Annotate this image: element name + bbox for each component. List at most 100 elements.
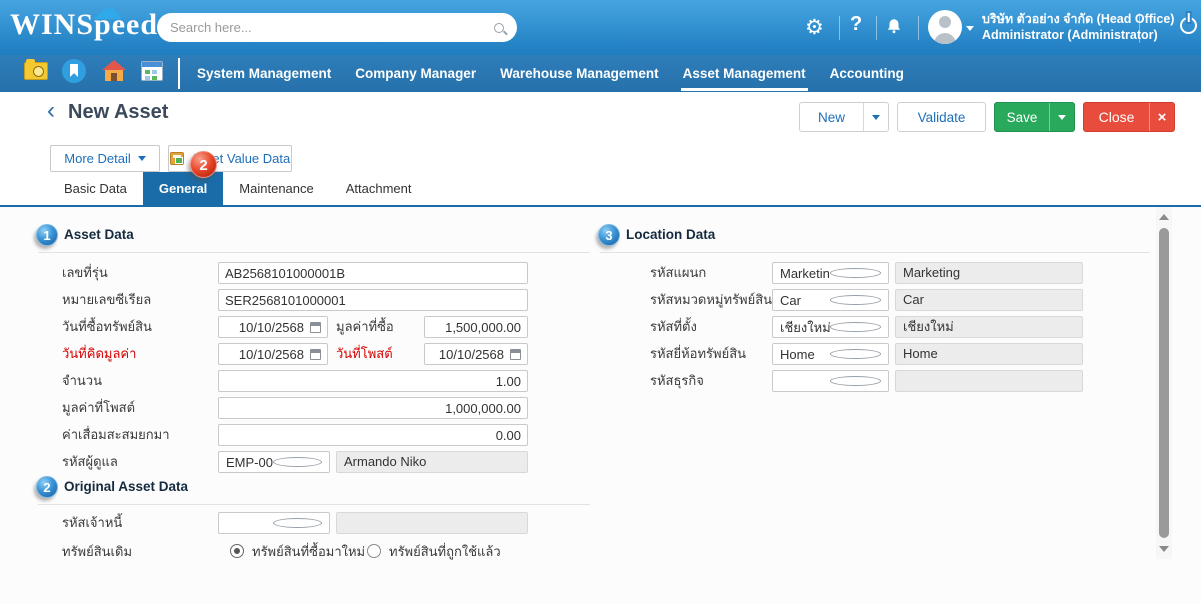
section-badge-2: 2 <box>36 476 58 498</box>
save-button[interactable]: Save <box>994 102 1075 132</box>
label-original-asset: ทรัพย์สินเดิม <box>62 541 132 563</box>
asset-category-code-input[interactable]: Car <box>772 289 889 311</box>
asset-brand-code-input[interactable]: Home <box>772 343 889 365</box>
location-name-display: เชียงใหม่ <box>895 316 1083 338</box>
user-avatar[interactable] <box>928 10 962 44</box>
menu-item-company-manager[interactable]: Company Manager <box>353 55 478 92</box>
label-location-code: รหัสที่ตั้ง <box>650 316 697 338</box>
lot-no-input[interactable] <box>218 262 528 284</box>
asset-value-data-icon <box>170 152 184 165</box>
location-code-input[interactable]: เชียงใหม่ <box>772 316 889 338</box>
caret-down-icon <box>1058 115 1066 120</box>
chevron-down-icon[interactable] <box>966 26 974 31</box>
calendar-icon[interactable] <box>141 61 163 81</box>
tab-maintenance[interactable]: Maintenance <box>223 172 329 205</box>
divider <box>1139 13 1140 43</box>
new-button[interactable]: New <box>799 102 889 132</box>
caret-down-icon <box>138 156 146 161</box>
menu-item-system-management[interactable]: System Management <box>195 55 333 92</box>
scroll-up-icon[interactable] <box>1159 214 1169 220</box>
label-valuation-date: วันที่คิดมูลค่า <box>62 343 136 365</box>
label-posted-value: มูลค่าที่โพสต์ <box>62 397 135 419</box>
validate-button[interactable]: Validate <box>897 102 986 132</box>
tab-basic-data[interactable]: Basic Data <box>48 172 143 205</box>
close-x-button[interactable]: × <box>1149 103 1174 131</box>
tab-bar: Basic Data General Maintenance Attachmen… <box>0 172 1201 207</box>
bell-icon[interactable] <box>885 17 903 40</box>
radio-label-used-asset[interactable]: ทรัพย์สินที่ถูกใช้แล้ว <box>389 541 501 563</box>
power-icon[interactable] <box>1180 17 1197 34</box>
user-role: Administrator (Administrator) <box>982 27 1174 43</box>
date-picker-icon[interactable] <box>510 349 521 360</box>
bookmark-icon[interactable] <box>62 59 86 83</box>
close-button[interactable]: Close × <box>1083 102 1175 132</box>
section-asset-data: 1 Asset Data <box>38 226 590 253</box>
section-title: Location Data <box>626 227 715 242</box>
creditor-code-input[interactable] <box>218 512 330 534</box>
winspeed-app: WINSpeed ☁ ⚙ ? บริษัท ตัวอย่าง จำกัด (He… <box>0 0 1201 604</box>
scroll-down-icon[interactable] <box>1159 546 1169 552</box>
cloud-icon: ☁ <box>92 0 122 27</box>
menu-divider <box>178 58 180 89</box>
department-code-input[interactable]: Marketing <box>772 262 889 284</box>
label-post-date: วันที่โพสต์ <box>336 343 393 365</box>
step-marker-2: 2 <box>190 151 217 178</box>
menu-item-warehouse-management[interactable]: Warehouse Management <box>498 55 661 92</box>
lookup-icon[interactable] <box>273 518 322 528</box>
radio-new-asset[interactable] <box>230 544 244 558</box>
asset-value-data-button[interactable]: Asset Value Data <box>168 145 292 172</box>
lookup-icon[interactable] <box>830 268 882 278</box>
save-dropdown-button[interactable] <box>1049 103 1074 131</box>
lookup-icon[interactable] <box>830 349 882 359</box>
new-dropdown-button[interactable] <box>863 103 888 131</box>
business-code-input[interactable] <box>772 370 889 392</box>
tab-general[interactable]: General <box>143 172 223 205</box>
back-chevron-icon[interactable]: ‹ <box>47 99 55 123</box>
radio-label-new-asset[interactable]: ทรัพย์สินที่ซื้อมาใหม่ <box>252 541 365 563</box>
divider <box>839 16 840 40</box>
accumulated-depreciation-input[interactable] <box>218 424 528 446</box>
lookup-icon[interactable] <box>273 457 322 467</box>
winspeed-logo: WINSpeed <box>10 8 158 42</box>
radio-used-asset[interactable] <box>367 544 381 558</box>
user-info[interactable]: บริษัท ตัวอย่าง จำกัด (Head Office) Admi… <box>982 11 1174 43</box>
date-picker-icon[interactable] <box>310 349 321 360</box>
label-purchase-date: วันที่ซื้อทรัพย์สิน <box>62 316 152 338</box>
search-icon[interactable] <box>494 23 504 33</box>
posted-value-input[interactable] <box>218 397 528 419</box>
search-input[interactable] <box>170 20 494 35</box>
tab-attachment[interactable]: Attachment <box>330 172 428 205</box>
purchase-date-input[interactable]: 10/10/2568 <box>218 316 328 338</box>
gear-icon[interactable]: ⚙ <box>805 15 824 40</box>
valuation-date-input[interactable]: 10/10/2568 <box>218 343 328 365</box>
global-search[interactable] <box>157 13 517 42</box>
help-icon[interactable]: ? <box>850 13 862 36</box>
lookup-icon[interactable] <box>830 376 882 386</box>
asset-category-name-display: Car <box>895 289 1083 311</box>
lookup-icon[interactable] <box>830 322 882 332</box>
label-asset-category-code: รหัสหมวดหมู่ทรัพย์สิน <box>650 289 772 311</box>
quantity-input[interactable] <box>218 370 528 392</box>
caretaker-code-input[interactable]: EMP-001 <box>218 451 330 473</box>
recent-history-icon[interactable] <box>24 62 48 80</box>
section-badge-3: 3 <box>598 224 620 246</box>
company-name: บริษัท ตัวอย่าง จำกัด (Head Office) <box>982 11 1174 27</box>
date-picker-icon[interactable] <box>310 322 321 333</box>
creditor-name-display <box>336 512 528 534</box>
more-detail-button[interactable]: More Detail <box>50 145 160 172</box>
label-lot-no: เลขที่รุ่น <box>62 262 108 284</box>
vertical-scrollbar[interactable] <box>1156 207 1172 559</box>
menu-item-asset-management[interactable]: Asset Management <box>681 55 808 92</box>
lookup-icon[interactable] <box>830 295 882 305</box>
section-badge-1: 1 <box>36 224 58 246</box>
page-title: New Asset <box>68 101 168 124</box>
post-date-input[interactable]: 10/10/2568 <box>424 343 528 365</box>
section-location-data: 3 Location Data <box>600 226 1150 253</box>
purchase-value-input[interactable] <box>424 316 528 338</box>
menu-item-accounting[interactable]: Accounting <box>828 55 906 92</box>
label-creditor-code: รหัสเจ้าหนี้ <box>62 512 122 534</box>
home-icon[interactable] <box>102 60 126 82</box>
scrollbar-thumb[interactable] <box>1159 228 1169 538</box>
section-title: Asset Data <box>64 227 134 242</box>
serial-no-input[interactable] <box>218 289 528 311</box>
